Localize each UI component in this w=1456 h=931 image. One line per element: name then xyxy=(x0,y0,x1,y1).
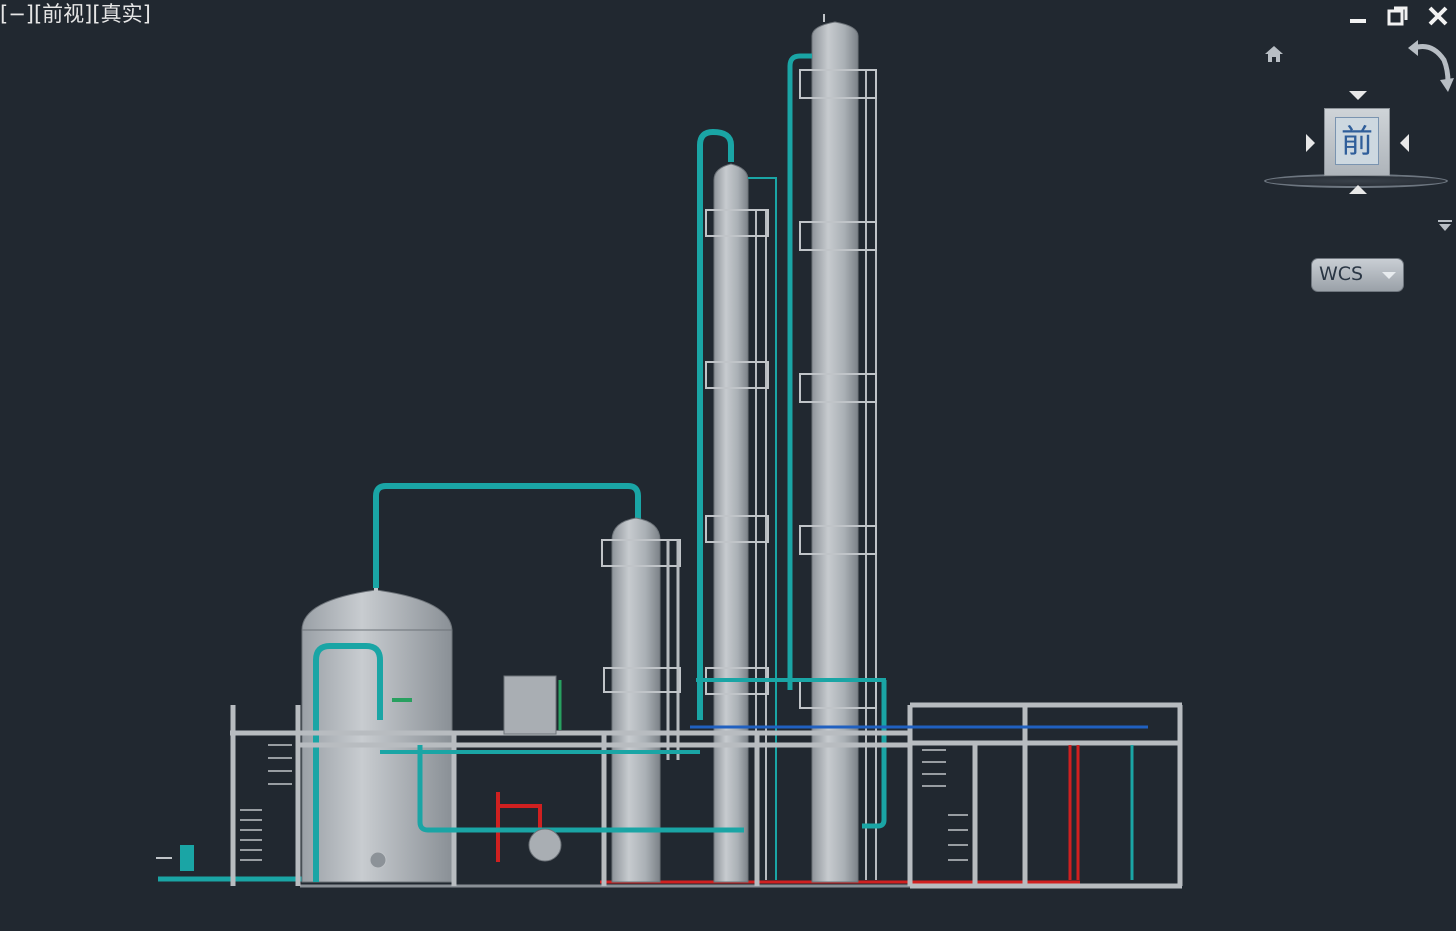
window-controls xyxy=(1346,4,1450,28)
viewcube-arrow-down-icon[interactable] xyxy=(1349,185,1367,194)
home-icon[interactable] xyxy=(1263,44,1285,64)
visual-style-menu[interactable]: [真实] xyxy=(92,2,150,26)
viewcube-front-face[interactable]: 前 xyxy=(1324,108,1390,176)
restore-icon[interactable] xyxy=(1386,4,1410,28)
column-middle xyxy=(697,128,777,883)
viewcube-arrow-up-icon[interactable] xyxy=(1349,91,1367,100)
model-viewport[interactable] xyxy=(0,0,1456,931)
viewcube-face-label: 前 xyxy=(1335,117,1379,165)
column-tall xyxy=(787,14,887,883)
ucs-menu-button[interactable]: WCS xyxy=(1311,258,1404,292)
viewport-label: [−][前视][真实] xyxy=(0,0,151,28)
viewcube: 前 xyxy=(1262,86,1452,198)
view-menu[interactable]: [前视] xyxy=(34,2,92,26)
viewcube-arrow-right-icon[interactable] xyxy=(1400,134,1409,152)
ucs-label: WCS xyxy=(1319,263,1364,285)
viewcube-menu-icon[interactable] xyxy=(1438,220,1452,232)
column-small xyxy=(601,517,681,883)
viewport-controls-menu[interactable]: [−] xyxy=(0,2,34,26)
chevron-down-icon xyxy=(1382,272,1396,279)
viewcube-arrow-left-icon[interactable] xyxy=(1306,134,1315,152)
close-icon[interactable] xyxy=(1426,4,1450,28)
minimize-icon[interactable] xyxy=(1346,4,1370,28)
process-lines xyxy=(380,678,1148,880)
